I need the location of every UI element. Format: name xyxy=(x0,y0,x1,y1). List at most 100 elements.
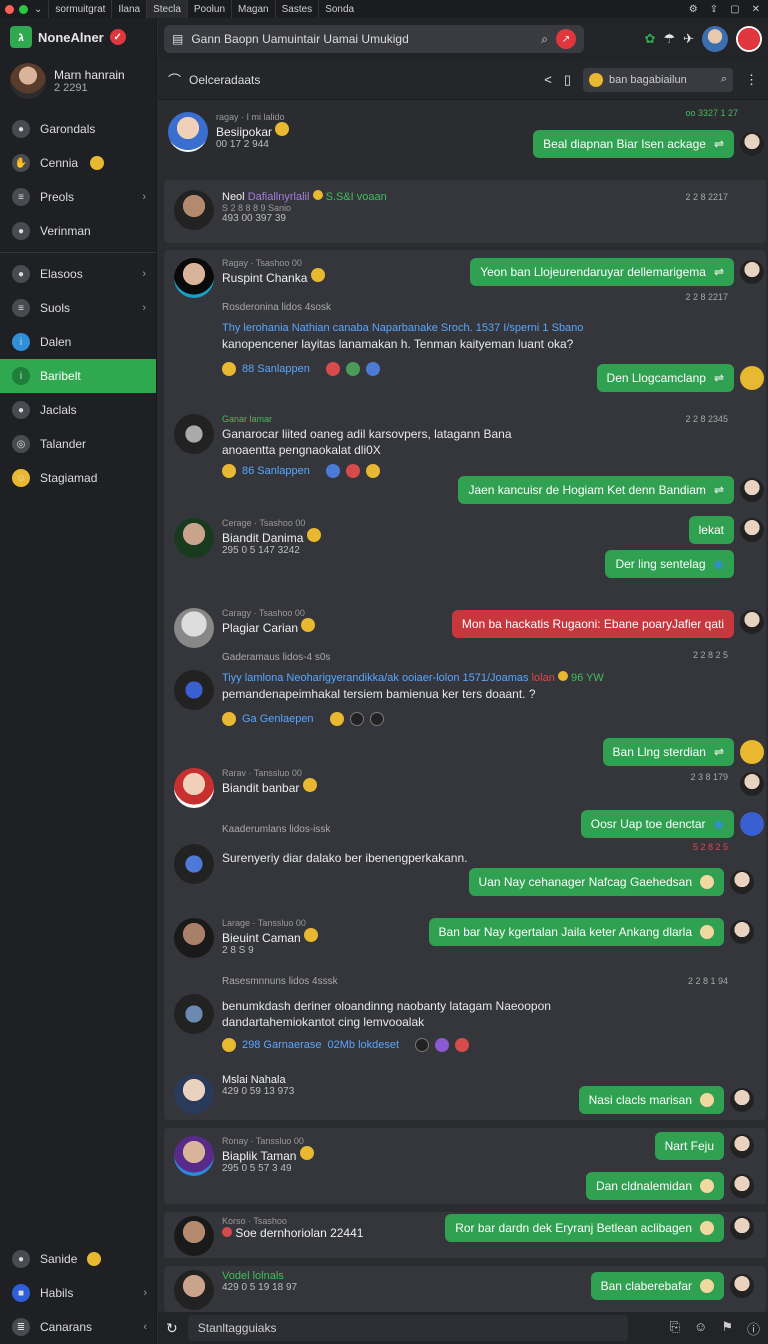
message-input[interactable]: Stanltagguiaks xyxy=(187,1315,628,1341)
chat-bubble[interactable]: Ban Llng sterdian ⇌ xyxy=(602,738,734,766)
page-icon: ▤ xyxy=(172,32,184,46)
chat-bubble[interactable]: Nart Feju xyxy=(654,1132,724,1160)
brand[interactable]: ג NoneAlner ✓ xyxy=(0,18,156,56)
sidebar-item-jaclals[interactable]: ● Jaclals xyxy=(0,393,156,427)
browser-tab[interactable]: Stecla xyxy=(146,0,187,18)
timestamp: 2 2 8 2217 xyxy=(685,192,728,202)
reaction-row[interactable]: 88 Sanlappen xyxy=(222,362,380,376)
message[interactable]: Ronay · Tanssluo 00 Biaplik Taman 295 0 … xyxy=(174,1136,314,1176)
phone-icon[interactable]: ▯ xyxy=(564,72,571,88)
message[interactable]: Mslai Nahala 429 0 59 13 973 xyxy=(174,1074,294,1114)
chat-bubble[interactable]: lekat xyxy=(688,516,734,544)
avatar xyxy=(174,1216,214,1256)
browser-tab[interactable]: Sastes xyxy=(274,0,319,18)
sidebar-item-habils[interactable]: ■ Habils › xyxy=(0,1276,157,1310)
close-icon[interactable]: ✕ xyxy=(752,4,760,15)
back-icon[interactable]: ⌒ xyxy=(168,70,181,89)
chat-bubble[interactable]: Ror bar dardn dek Eryranj Betlean acliba… xyxy=(445,1214,724,1242)
plane-icon[interactable]: ✈ xyxy=(683,31,694,47)
chevron-left-icon: ‹ xyxy=(143,1321,147,1333)
sidebar-item-talander[interactable]: ◎ Talander xyxy=(0,427,156,461)
browser-tab[interactable]: Ilana xyxy=(111,0,146,18)
sidebar-item-cennia[interactable]: ✋ Cennia xyxy=(0,146,156,180)
sidebar-item-sanide[interactable]: ● Sanide xyxy=(0,1242,157,1276)
channel-search[interactable]: ban bagabiailun ⌕ xyxy=(583,67,733,92)
record-button[interactable]: ↗ xyxy=(556,29,576,49)
share-icon[interactable]: < xyxy=(544,72,552,87)
avatar xyxy=(740,260,764,284)
message-subtitle: Rosderonina lidos 4sosk xyxy=(222,302,331,313)
chat-bubble[interactable]: Beal diapnan Biar Isen ackage ⇌ xyxy=(533,130,734,158)
address-bar[interactable]: ▤ Gann Baopn Uamuintair Uamai Umukigd ⌕ … xyxy=(164,25,584,53)
reaction-row[interactable]: 298 Garnaerase 02Mb lokdeset xyxy=(222,1038,470,1052)
settings-icon[interactable]: ⚙ xyxy=(689,4,698,15)
share-icon[interactable]: ⇪ xyxy=(710,4,718,15)
chat-bubble[interactable]: Oosr Uap toe denctar ◉ xyxy=(580,810,734,838)
message[interactable]: Larage · Tanssluo 00 Bieuint Caman 2 8 S… xyxy=(174,918,319,958)
message-body: Ganarocar liited oaneg adil karsovpers, … xyxy=(222,427,512,457)
sidebar-item-garondals[interactable]: ● Garondals xyxy=(0,112,156,146)
avatar: ● xyxy=(12,1250,30,1268)
chevron-down-icon[interactable]: ⌄ xyxy=(34,4,42,15)
chat-bubble[interactable]: Yeon ban Llojeurendaruyar dellemarigema ⇌ xyxy=(470,258,734,286)
chat-bubble[interactable]: Uan Nay cehanager Nafcag Gaehedsan xyxy=(468,868,724,896)
sidebar-item-dalen[interactable]: i Dalen xyxy=(0,325,156,359)
chat-bubble[interactable]: Der ling sentelag ◉ xyxy=(605,550,734,578)
message[interactable]: ragay · I mi lalido Besiipokar 00 17 2 9… xyxy=(168,112,290,152)
user-icon: ● xyxy=(12,222,30,240)
message[interactable]: Cerage · Tsashoo 00 Biandit Danima 295 0… xyxy=(174,518,321,558)
chat-bubble[interactable]: Nasi clacls marisan xyxy=(578,1086,724,1114)
sidebar-item-stagiamad[interactable]: ☺ Stagiamad xyxy=(0,461,156,495)
chat-bubble[interactable]: Mon ba hackatis Rugaoni: Ebane poaryJafi… xyxy=(451,610,734,638)
sidebar-item-canarans[interactable]: ≣ Canarans ‹ xyxy=(0,1310,157,1344)
notification-icon[interactable]: ☂ xyxy=(663,31,675,47)
user-profile[interactable]: Marn hanrain 2 2291 xyxy=(0,56,156,106)
chat-bubble[interactable]: Den Llogcamclanp ⇌ xyxy=(596,364,734,392)
sidebar-item-verinman[interactable]: ● Verinman xyxy=(0,214,156,248)
message[interactable] xyxy=(174,994,214,1034)
message-tag: Ronay · Tanssluo 00 xyxy=(222,1136,304,1146)
bookmark-icon[interactable]: ⚑ xyxy=(721,1319,733,1338)
browser-tab[interactable]: sormuitgrat xyxy=(48,0,111,18)
chat-bubble[interactable]: Ban claberebafar xyxy=(590,1272,724,1300)
browser-tab[interactable]: Magan xyxy=(231,0,275,18)
chat-bubble[interactable]: Ban bar Nay kgertalan Jaila keter Ankang… xyxy=(428,918,724,946)
info-icon[interactable]: ⓘ xyxy=(747,1319,760,1338)
message[interactable]: Rarav · Tanssluo 00 Biandit banbar xyxy=(174,768,317,808)
reaction-row[interactable]: Ga Genlaepen xyxy=(222,712,384,726)
browser-tab[interactable]: Sonda xyxy=(318,0,360,18)
close-window-button[interactable] xyxy=(5,4,14,14)
chat-bubble[interactable]: Dan cldnalemidan xyxy=(585,1172,724,1200)
puzzle-icon[interactable]: ✿ xyxy=(645,31,656,47)
hand-icon: ✋ xyxy=(12,154,30,172)
profile-menu-button[interactable] xyxy=(736,26,762,52)
emoji-icon xyxy=(87,1252,102,1266)
message[interactable] xyxy=(174,844,214,884)
reaction-row[interactable]: 86 Sanlappen xyxy=(222,464,380,478)
avatar xyxy=(174,414,214,454)
message[interactable] xyxy=(174,670,214,710)
search-icon[interactable]: ⌕ xyxy=(541,32,548,47)
message-tag: ragay · I mi lalido xyxy=(216,112,285,122)
message-body: benumkdash deriner oloandinng naobanty l… xyxy=(222,999,551,1029)
sidebar-item-preols[interactable]: ≡ Preols › xyxy=(0,180,156,214)
refresh-icon[interactable]: ↻ xyxy=(166,1320,178,1337)
avatar[interactable] xyxy=(702,26,728,52)
message[interactable]: Caragy · Tsashoo 00 Plagiar Carian xyxy=(174,608,316,648)
attach-icon[interactable]: ⎘ xyxy=(670,1319,680,1338)
sidebar-item-elasoos[interactable]: ● Elasoos › xyxy=(0,257,156,291)
window-icon[interactable]: ▢ xyxy=(730,4,739,15)
message[interactable]: Ragay · Tsashoo 00 Ruspint Chanka xyxy=(174,258,325,298)
emoji-icon[interactable]: ☺ xyxy=(694,1319,707,1338)
sidebar-item-suols[interactable]: ≡ Suols › xyxy=(0,291,156,325)
zoom-window-button[interactable] xyxy=(19,4,28,14)
chat-bubble[interactable]: Jaen kancuisr de Hogiam Ket denn Bandiam… xyxy=(458,476,734,504)
author-name: Biaplik Taman xyxy=(222,1146,314,1163)
message[interactable]: Korso · Tsashoo Soe dernhoriolan 22441 xyxy=(174,1216,363,1256)
browser-tab[interactable]: Poolun xyxy=(186,0,231,18)
message[interactable]: Neol Dafiallnyrlalil S.S&I voaan S 2 8 8… xyxy=(174,190,387,230)
more-icon[interactable]: ⋮ xyxy=(745,72,758,88)
message[interactable]: Vodel lolnals 429 0 5 19 18 97 xyxy=(174,1270,297,1310)
message-meta: 00 17 2 944 xyxy=(216,139,269,150)
sidebar-item-baribelt[interactable]: i Baribelt xyxy=(0,359,156,393)
